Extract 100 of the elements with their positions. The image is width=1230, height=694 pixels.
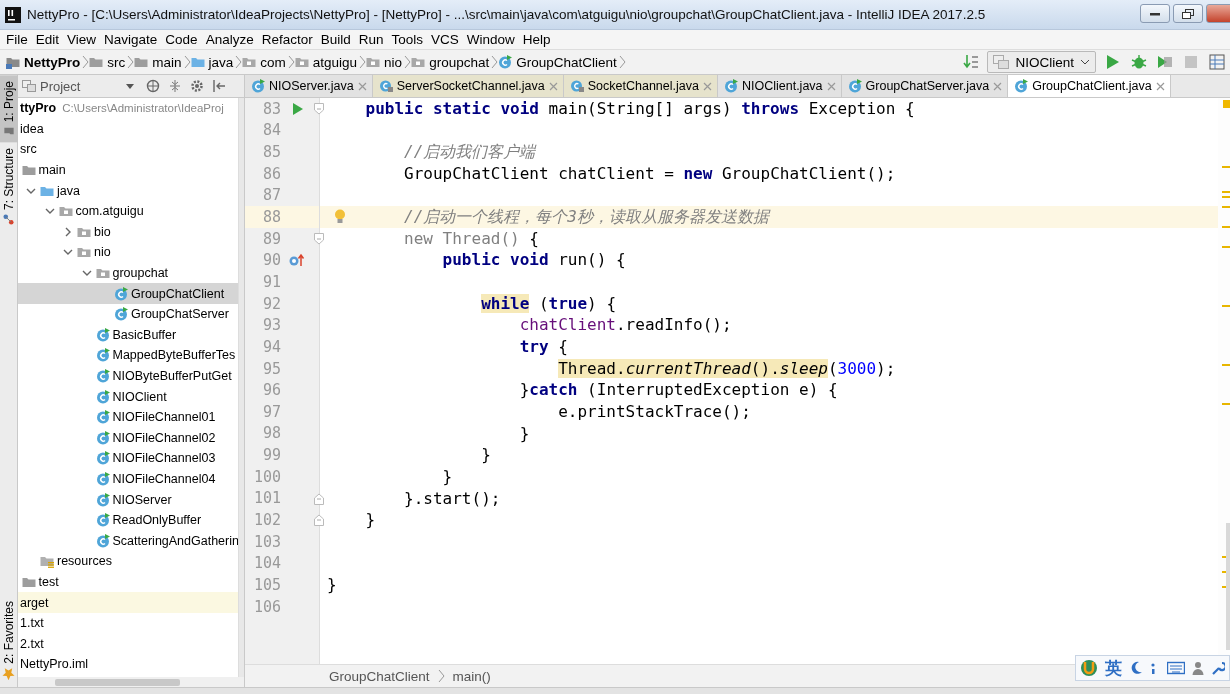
class-icon xyxy=(1014,79,1029,93)
minimize-button[interactable] xyxy=(1140,4,1170,23)
folder-icon xyxy=(89,55,104,69)
stop-icon xyxy=(1184,55,1198,69)
input-mode-label[interactable]: 英 xyxy=(1105,656,1122,680)
breadcrumb-item[interactable]: GroupChatClient xyxy=(498,54,619,70)
class-icon xyxy=(847,79,862,93)
wrench-icon xyxy=(1211,661,1225,675)
lightbulb-icon xyxy=(334,209,346,225)
line-number: 91 xyxy=(261,272,281,291)
stop-button[interactable] xyxy=(1182,53,1200,71)
scrollbar-thumb[interactable] xyxy=(1226,523,1230,650)
stripe-mark[interactable] xyxy=(1222,364,1230,366)
tree-item[interactable]: BasicBuffer xyxy=(18,324,238,346)
tree-item[interactable]: MappedByteBufferTes xyxy=(18,345,238,366)
tool-window-tab[interactable]: 1: Proje xyxy=(0,75,18,143)
menu-item[interactable]: Run xyxy=(354,32,388,47)
menu-item[interactable]: Refactor xyxy=(257,32,317,47)
menu-item[interactable]: File xyxy=(2,32,32,47)
tree-item[interactable]: nio xyxy=(18,242,238,263)
run-icon xyxy=(1106,54,1120,70)
tree-item[interactable]: NettyPro.iml xyxy=(18,654,238,675)
editor-tab[interactable]: ServerSocketChannel.java xyxy=(372,75,564,97)
tree-item[interactable]: NIOClient xyxy=(18,386,238,407)
input-method-logo-icon xyxy=(1080,659,1098,677)
menu-item[interactable]: Analyze xyxy=(201,32,258,47)
tree-item[interactable]: arget xyxy=(18,592,238,613)
editor-tab[interactable]: NIOServer.java xyxy=(245,75,373,97)
folder-icon xyxy=(3,126,14,137)
scrollbar-thumb[interactable] xyxy=(55,678,180,686)
package-icon xyxy=(411,55,426,69)
close-button[interactable] xyxy=(1206,4,1230,23)
tree-item[interactable]: NIOFileChannel04 xyxy=(18,468,238,490)
tool-window-tab[interactable]: 7: Structure xyxy=(0,142,18,232)
menu-item[interactable]: Navigate xyxy=(100,32,162,47)
tree-item[interactable]: com.atguigu xyxy=(18,200,238,222)
breadcrumb-item[interactable]: main() xyxy=(452,668,491,684)
tree-item[interactable]: ReadOnlyBuffer xyxy=(18,509,238,531)
tree-item[interactable]: test xyxy=(18,571,238,593)
tree-item[interactable]: main xyxy=(18,159,238,181)
tree-item[interactable]: bio xyxy=(18,221,238,243)
tree-item[interactable]: NIOFileChannel02 xyxy=(18,427,238,449)
editor-tab[interactable]: SocketChannel.java xyxy=(563,75,718,97)
breadcrumb-item[interactable]: groupchat xyxy=(411,54,492,70)
stripe-mark[interactable] xyxy=(1222,403,1230,405)
menu-item[interactable]: Build xyxy=(316,32,355,47)
breadcrumb-item[interactable]: java xyxy=(190,54,236,70)
restore-button[interactable] xyxy=(1173,4,1203,23)
menu-item[interactable]: Tools xyxy=(387,32,427,47)
close-icon xyxy=(993,81,1003,91)
editor-tab[interactable]: NIOClient.java xyxy=(717,75,842,97)
menu-item[interactable]: VCS xyxy=(427,32,463,47)
coverage-button[interactable] xyxy=(1156,53,1174,71)
tree-item[interactable]: NIOFileChannel01 xyxy=(18,406,238,428)
tree-item[interactable]: NIOFileChannel03 xyxy=(18,448,238,469)
breadcrumb-item[interactable]: NettyPro xyxy=(6,54,83,70)
menu-item[interactable]: View xyxy=(63,32,101,47)
tree-item[interactable]: idea xyxy=(18,118,238,140)
class-icon xyxy=(114,286,128,301)
tree-item[interactable]: ttyPro C:\Users\Administrator\IdeaProj xyxy=(18,98,238,119)
tree-item[interactable]: ScatteringAndGatherin xyxy=(18,530,238,552)
scrollbar[interactable] xyxy=(238,98,244,677)
tool-window-tab[interactable]: 2: Favorites xyxy=(0,595,18,687)
stripe-mark[interactable] xyxy=(1222,166,1230,168)
editor-tab[interactable]: GroupChatClient.java xyxy=(1008,75,1171,97)
editor-tab[interactable]: GroupChatServer.java xyxy=(841,75,1009,97)
tree-item[interactable]: java xyxy=(18,180,238,201)
stripe-mark[interactable] xyxy=(1222,246,1230,248)
breadcrumb-item[interactable]: src xyxy=(89,54,128,70)
tree-item[interactable]: 1.txt xyxy=(18,612,238,634)
debug-button[interactable] xyxy=(1130,53,1148,71)
tree-item[interactable]: groupchat xyxy=(18,262,238,284)
tree-item[interactable]: NIOByteBufferPutGet xyxy=(18,365,238,387)
collapse-icon xyxy=(168,79,182,93)
project-structure-button[interactable] xyxy=(1208,53,1226,71)
menu-item[interactable]: Code xyxy=(161,32,202,47)
tree-item[interactable]: NIOServer xyxy=(18,489,238,510)
line-number: 86 xyxy=(261,164,281,183)
stripe-mark[interactable] xyxy=(1222,305,1230,307)
tree-item[interactable]: resources xyxy=(18,551,238,572)
settings-icon xyxy=(190,79,204,93)
breadcrumb-item[interactable]: GroupChatClient xyxy=(329,668,430,684)
breadcrumb-item[interactable]: nio xyxy=(366,54,405,70)
chevron-icon xyxy=(127,55,135,69)
line-number: 104 xyxy=(252,554,281,573)
line-number: 102 xyxy=(252,511,281,529)
breadcrumb-item[interactable]: com xyxy=(242,54,288,70)
breadcrumb-item[interactable]: atguigu xyxy=(294,54,360,70)
tree-item[interactable]: src xyxy=(18,139,238,160)
menu-item[interactable]: Window xyxy=(462,32,519,47)
tree-item[interactable]: GroupChatServer xyxy=(18,303,238,325)
stripe-mark[interactable] xyxy=(1222,226,1230,228)
tree-item[interactable]: GroupChatClient xyxy=(18,283,238,304)
menu-item[interactable]: Help xyxy=(518,32,555,47)
line-number: 98 xyxy=(261,424,281,443)
run-configuration-dropdown[interactable]: NIOClient xyxy=(987,51,1096,73)
line-number: 100 xyxy=(252,467,281,486)
menu-item[interactable]: Edit xyxy=(31,32,64,47)
tree-item[interactable]: 2.txt xyxy=(18,633,238,655)
breadcrumb-item[interactable]: main xyxy=(134,54,184,70)
